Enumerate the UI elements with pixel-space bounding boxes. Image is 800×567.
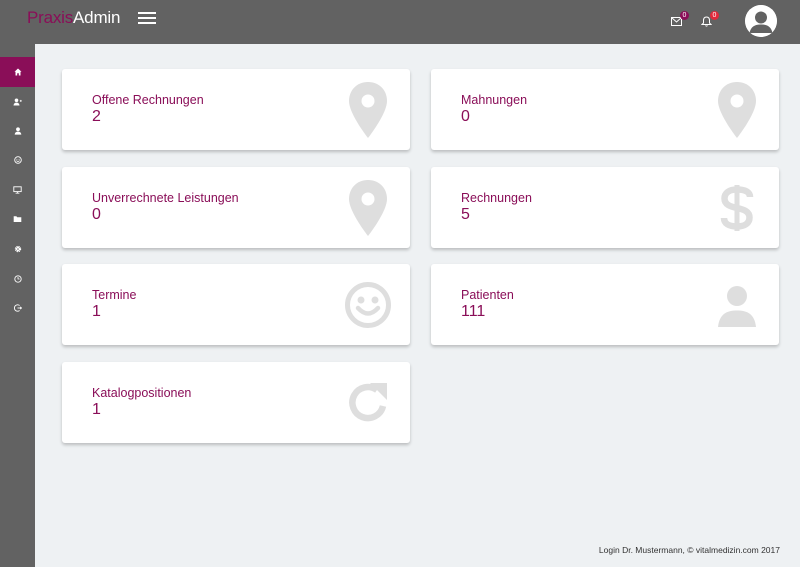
home-icon <box>14 68 21 76</box>
sidebar-item-history[interactable] <box>0 264 35 294</box>
card-mahnungen[interactable]: Mahnungen 0 <box>431 69 779 150</box>
card-offene-rechnungen[interactable]: Offene Rechnungen 2 <box>62 69 410 150</box>
app-logo[interactable]: PraxisAdmin <box>27 8 120 28</box>
monitor-icon <box>13 186 22 194</box>
refresh-icon <box>349 383 387 422</box>
messages-badge: 0 <box>680 11 689 20</box>
card-rechnungen[interactable]: Rechnungen 5 <box>431 167 779 248</box>
card-label: Unverrechnete Leistungen <box>92 191 239 205</box>
card-value: 1 <box>92 303 101 320</box>
map-marker-icon <box>349 82 387 138</box>
card-label: Termine <box>92 288 137 302</box>
dollar-icon <box>720 185 754 231</box>
sidebar-item-user[interactable] <box>0 116 35 146</box>
map-marker-icon <box>349 180 387 236</box>
sidebar-item-home[interactable] <box>0 57 35 87</box>
hamburger-line <box>138 17 156 19</box>
card-termine[interactable]: Termine 1 <box>62 264 410 345</box>
map-marker-icon <box>718 82 756 138</box>
card-label: Patienten <box>461 288 514 302</box>
sidebar-item-settings[interactable] <box>0 234 35 264</box>
card-label: Rechnungen <box>461 191 532 205</box>
sidebar-item-add-user[interactable] <box>0 87 35 117</box>
card-label: Katalogpositionen <box>92 386 192 400</box>
logo-admin: Admin <box>73 8 121 27</box>
card-label: Offene Rechnungen <box>92 93 204 107</box>
card-label: Mahnungen <box>461 93 528 107</box>
card-value: 111 <box>461 303 486 320</box>
user-icon <box>14 127 21 135</box>
user-avatar[interactable] <box>745 5 777 37</box>
smiley-icon <box>13 156 22 164</box>
folder-icon <box>13 216 22 222</box>
notifications-button[interactable]: 0 <box>701 11 719 27</box>
card-katalogpositionen[interactable]: Katalogpositionen 1 <box>62 362 410 443</box>
hamburger-line <box>138 22 156 24</box>
card-value: 0 <box>461 108 470 125</box>
menu-toggle-button[interactable] <box>138 12 156 26</box>
clock-icon <box>13 275 22 283</box>
footer-text: Login Dr. Mustermann, © vitalmedizin.com… <box>598 545 780 555</box>
card-unverrechnete-leistungen[interactable]: Unverrechnete Leistungen 0 <box>62 167 410 248</box>
sidebar-item-logout[interactable] <box>0 293 35 323</box>
sidebar-item-appointments[interactable] <box>0 145 35 175</box>
user-icon <box>718 286 756 327</box>
top-bar: PraxisAdmin 0 0 <box>0 0 800 44</box>
card-value: 1 <box>92 401 101 418</box>
smiley-icon <box>345 282 391 328</box>
logo-praxis: Praxis <box>27 8 74 27</box>
avatar-person-icon <box>745 5 777 37</box>
sidebar <box>0 44 35 567</box>
sidebar-item-folder[interactable] <box>0 204 35 234</box>
hamburger-icon <box>138 12 156 14</box>
logout-icon <box>13 304 22 312</box>
sidebar-item-monitor[interactable] <box>0 175 35 205</box>
messages-button[interactable]: 0 <box>671 11 689 27</box>
user-add-icon <box>13 98 22 106</box>
card-value: 0 <box>92 206 101 223</box>
gear-icon <box>14 245 21 253</box>
card-patienten[interactable]: Patienten 111 <box>431 264 779 345</box>
card-value: 5 <box>461 206 470 223</box>
card-value: 2 <box>92 108 101 125</box>
notifications-badge: 0 <box>710 11 719 20</box>
